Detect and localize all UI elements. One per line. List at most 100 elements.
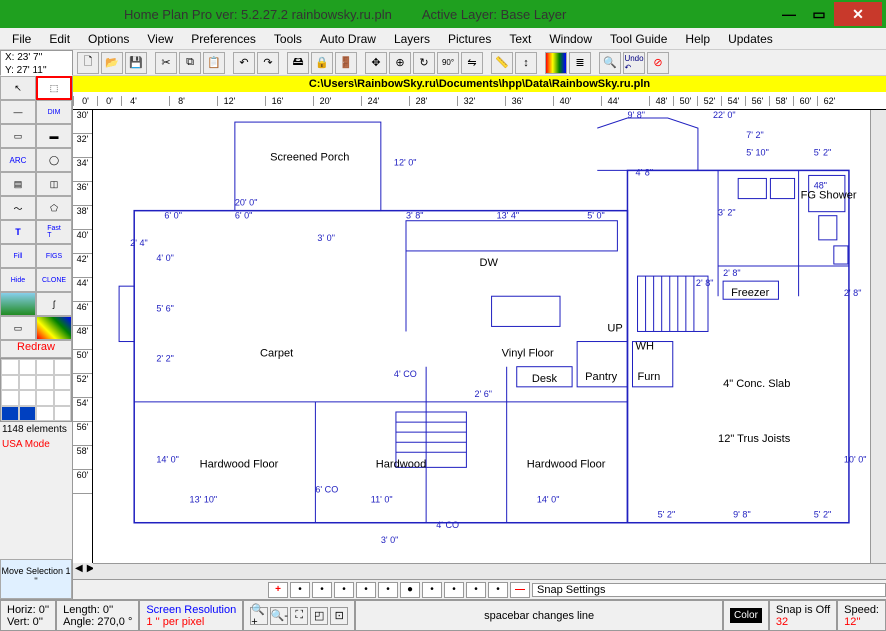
svg-text:4' 8": 4' 8" (636, 167, 654, 177)
height-icon[interactable]: ↕ (515, 52, 537, 74)
target-icon[interactable]: ⊕ (389, 52, 411, 74)
menu-help[interactable]: Help (677, 30, 718, 48)
menu-view[interactable]: View (139, 30, 181, 48)
main-toolbar: 🗋 📂 💾 ✂ ⧉ 📋 ↶ ↷ 🖴 🔒 🚪 ✥ ⊕ ↻ 90° ⇋ 📏 ↕ ≣ … (73, 50, 886, 75)
line-tool[interactable]: — (0, 100, 36, 124)
vert-value: Vert: 0'' (7, 616, 49, 628)
disk-icon[interactable]: 🖴 (287, 52, 309, 74)
titlebar[interactable]: Home Plan Pro ver: 5.2.27.2 rainbowsky.r… (0, 0, 886, 28)
zoom-out-icon[interactable]: 🔍- (270, 607, 288, 625)
menu-preferences[interactable]: Preferences (183, 30, 264, 48)
dim-tool[interactable]: DIM (36, 100, 72, 124)
oval-tool[interactable]: ◯ (36, 148, 72, 172)
colors-icon[interactable] (545, 52, 567, 74)
snap-dot-2[interactable]: • (312, 582, 332, 598)
snap-dot-8[interactable]: • (444, 582, 464, 598)
move-icon[interactable]: ✥ (365, 52, 387, 74)
figs-tool[interactable]: FIGS (36, 244, 72, 268)
zoom-area2-icon[interactable]: ◰ (310, 607, 328, 625)
drawing-canvas[interactable]: 9' 8" 22' 0" 7' 2" 5' 10" 5' 2" 4' 8" 48… (93, 110, 870, 563)
snap-dot-4[interactable]: • (356, 582, 376, 598)
scroll-arrows[interactable]: ◀▶ (73, 563, 93, 579)
menu-tools[interactable]: Tools (266, 30, 310, 48)
scrollbar-horizontal[interactable] (93, 563, 886, 579)
svg-text:Vinyl Floor: Vinyl Floor (502, 348, 554, 360)
ruler-vertical[interactable]: 30'32'34'36'38'40'42'44'46'48'50'52'54'5… (73, 110, 93, 563)
flip-icon[interactable]: ⇋ (461, 52, 483, 74)
zoom-area-icon[interactable]: 🔍 (599, 52, 621, 74)
snap-dot-6[interactable]: ● (400, 582, 420, 598)
snap-minus-icon[interactable]: — (510, 582, 530, 598)
open-icon[interactable]: 📂 (101, 52, 123, 74)
fill-tool[interactable]: Fill (0, 244, 36, 268)
rotate-icon[interactable]: ↻ (413, 52, 435, 74)
ruler-icon[interactable]: 📏 (491, 52, 513, 74)
lock-icon[interactable]: 🔒 (311, 52, 333, 74)
wall-tool[interactable]: ▤ (0, 172, 36, 196)
rect-tool[interactable]: ▭ (0, 124, 36, 148)
menu-options[interactable]: Options (80, 30, 137, 48)
dimsetup-icon[interactable]: ≣ (569, 52, 591, 74)
close-button[interactable]: ✕ (834, 2, 882, 26)
menu-autodraw[interactable]: Auto Draw (312, 30, 384, 48)
zoom-fit-icon[interactable]: ⛶ (290, 607, 308, 625)
snap-dot-10[interactable]: • (488, 582, 508, 598)
rectfill-tool[interactable]: ▬ (36, 124, 72, 148)
text-tool[interactable]: T (0, 220, 36, 244)
snap-dot-1[interactable]: • (290, 582, 310, 598)
snap-plus-icon[interactable]: + (268, 582, 288, 598)
arc-tool[interactable]: ARC (0, 148, 36, 172)
move-selection-panel[interactable]: Move Selection 1 '' (0, 559, 72, 599)
paste-icon[interactable]: 📋 (203, 52, 225, 74)
redo-icon[interactable]: ↷ (257, 52, 279, 74)
texture-grid[interactable] (0, 358, 72, 422)
img-tool[interactable] (0, 292, 36, 316)
hide-tool[interactable]: Hide (0, 268, 36, 292)
rot90-icon[interactable]: 90° (437, 52, 459, 74)
menu-pictures[interactable]: Pictures (440, 30, 499, 48)
snap-dot-7[interactable]: • (422, 582, 442, 598)
snap-settings-button[interactable]: Snap Settings (532, 583, 886, 597)
menu-updates[interactable]: Updates (720, 30, 781, 48)
svg-text:2' 8": 2' 8" (844, 288, 862, 298)
snap-dot-5[interactable]: • (378, 582, 398, 598)
save-icon[interactable]: 💾 (125, 52, 147, 74)
minimize-button[interactable]: — (774, 2, 804, 26)
poly-tool[interactable]: ⬠ (36, 196, 72, 220)
rect2-tool[interactable]: ▭ (0, 316, 36, 340)
freeform-tool[interactable]: ʃ (36, 292, 72, 316)
clone-tool[interactable]: CLONE (36, 268, 72, 292)
select-tool[interactable]: ⬚ (36, 76, 72, 100)
ruler-horizontal[interactable]: 0'0'4'8'12'16'20'24'28'32'36'40'44'48'50… (73, 92, 886, 110)
fasttext-tool[interactable]: FastT (36, 220, 72, 244)
scrollbar-h-row: ◀▶ (73, 563, 886, 579)
menu-layers[interactable]: Layers (386, 30, 438, 48)
cut-icon[interactable]: ✂ (155, 52, 177, 74)
door-tool[interactable]: ◫ (36, 172, 72, 196)
undo-icon[interactable]: ↶ (233, 52, 255, 74)
menu-file[interactable]: File (4, 30, 39, 48)
menu-edit[interactable]: Edit (41, 30, 78, 48)
maximize-button[interactable]: ▭ (804, 2, 834, 26)
menu-toolguide[interactable]: Tool Guide (602, 30, 675, 48)
arrow-tool[interactable]: ↖ (0, 76, 36, 100)
zoom-1to1-icon[interactable]: ⊡ (330, 607, 348, 625)
color-button[interactable]: Color (730, 608, 762, 623)
door-icon[interactable]: 🚪 (335, 52, 357, 74)
no-entry-icon[interactable]: ⊘ (647, 52, 669, 74)
redraw-button[interactable]: Redraw (0, 340, 72, 358)
svg-text:22' 0": 22' 0" (713, 110, 736, 120)
new-icon[interactable]: 🗋 (77, 52, 99, 74)
undo-special-icon[interactable]: Undo↶ (623, 52, 645, 74)
menu-window[interactable]: Window (541, 30, 600, 48)
curve-tool[interactable]: 〜 (0, 196, 36, 220)
scrollbar-vertical[interactable] (870, 110, 886, 563)
svg-text:2' 6": 2' 6" (474, 389, 492, 399)
palette-tool[interactable] (36, 316, 72, 340)
snap-dot-3[interactable]: • (334, 582, 354, 598)
menu-text[interactable]: Text (501, 30, 539, 48)
copy-icon[interactable]: ⧉ (179, 52, 201, 74)
zoom-panel: 🔍+ 🔍- ⛶ ◰ ⊡ (243, 600, 355, 631)
snap-dot-9[interactable]: • (466, 582, 486, 598)
zoom-in-icon[interactable]: 🔍+ (250, 607, 268, 625)
